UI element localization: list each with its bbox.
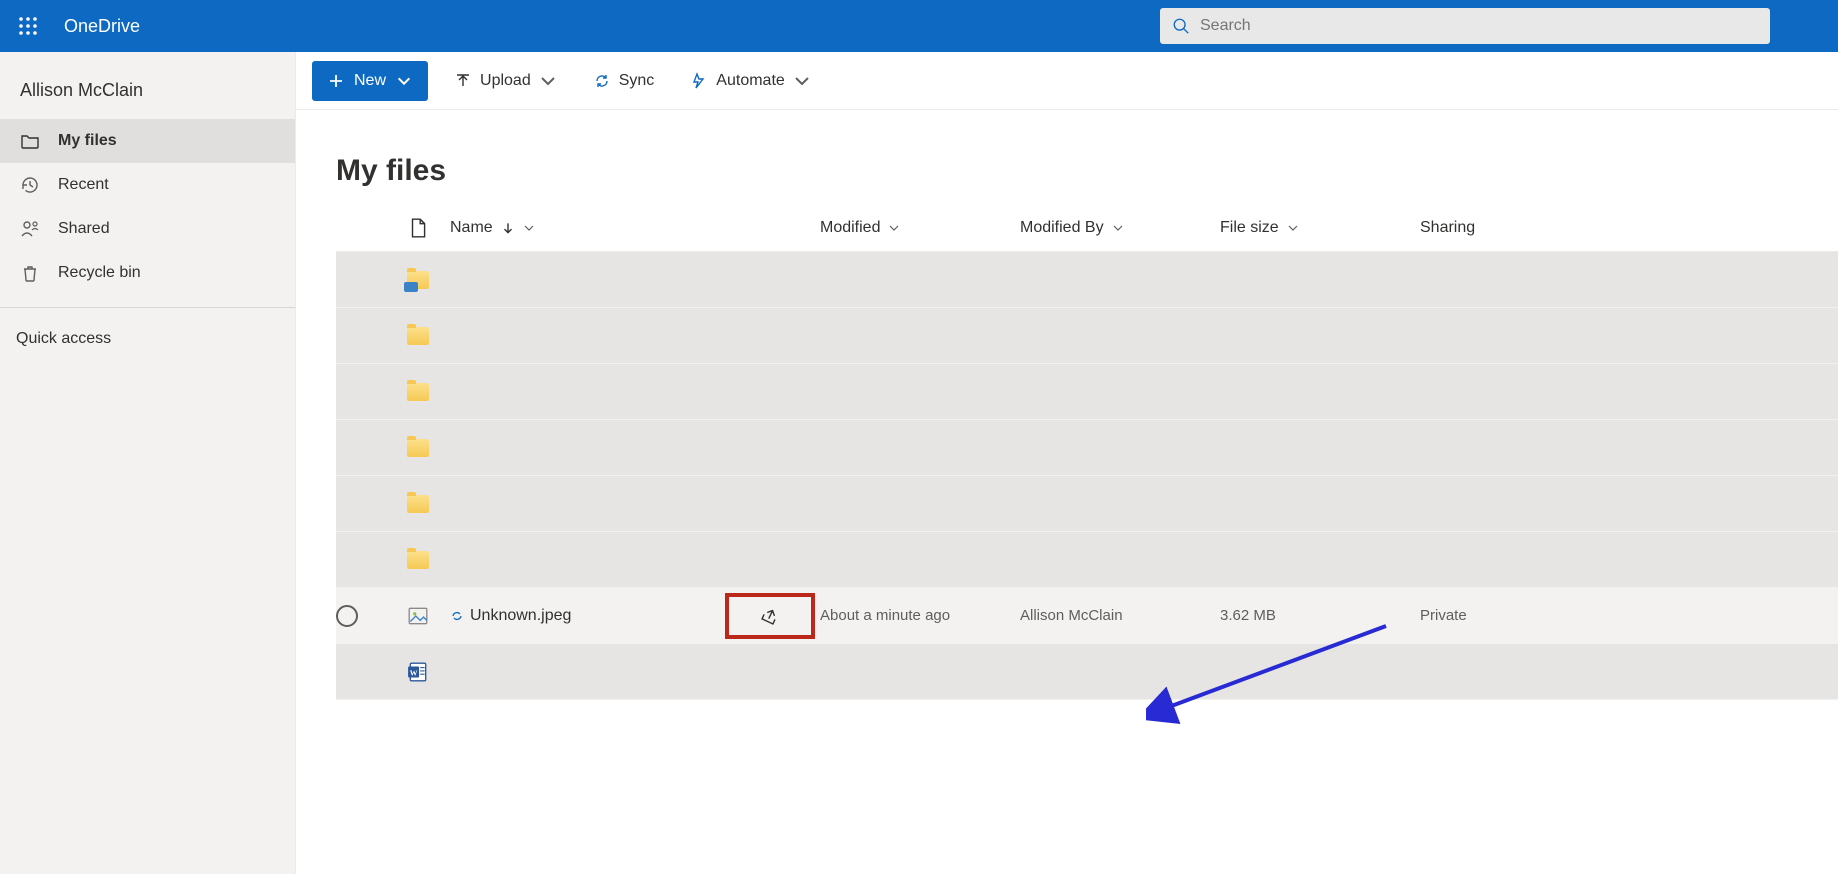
table-header: Name Modified Modified By File size bbox=[336, 204, 1838, 252]
nav-label: Shared bbox=[58, 220, 110, 238]
nav-item-my-files[interactable]: My files bbox=[0, 119, 295, 163]
nav-label: My files bbox=[58, 132, 117, 150]
sync-label: Sync bbox=[619, 72, 655, 90]
sync-icon bbox=[593, 72, 611, 90]
automate-icon bbox=[690, 72, 708, 90]
table-row[interactable]: Unknown.jpeg About a minute ago Allison Mc… bbox=[336, 588, 1838, 644]
column-file-size[interactable]: File size bbox=[1220, 219, 1420, 237]
table-row[interactable] bbox=[336, 252, 1838, 308]
nav-item-recycle[interactable]: Recycle bin bbox=[0, 251, 295, 295]
chevron-down-icon bbox=[396, 73, 412, 89]
svg-text:W: W bbox=[410, 668, 418, 677]
table-row[interactable]: W bbox=[336, 644, 1838, 700]
upload-icon bbox=[454, 72, 472, 90]
chevron-down-icon bbox=[523, 222, 535, 234]
column-sharing-label: Sharing bbox=[1420, 219, 1475, 236]
nav-item-recent[interactable]: Recent bbox=[0, 163, 295, 207]
sync-button[interactable]: Sync bbox=[583, 64, 665, 98]
column-name-label: Name bbox=[450, 219, 493, 237]
app-launcher[interactable] bbox=[8, 6, 48, 46]
table-row[interactable] bbox=[336, 364, 1838, 420]
image-icon bbox=[407, 605, 429, 627]
chevron-down-icon bbox=[888, 222, 900, 234]
waffle-icon bbox=[19, 17, 37, 35]
cell-sharing: Private bbox=[1420, 607, 1467, 624]
new-button-label: New bbox=[354, 72, 386, 90]
row-select-radio[interactable] bbox=[336, 605, 358, 627]
word-doc-icon: W bbox=[407, 661, 429, 683]
quick-access-heading: Quick access bbox=[0, 320, 295, 358]
search-icon bbox=[1172, 17, 1190, 35]
recycle-bin-icon bbox=[20, 263, 40, 283]
chevron-down-icon bbox=[539, 72, 557, 90]
folder-icon bbox=[407, 327, 429, 345]
search-input[interactable] bbox=[1200, 17, 1758, 35]
column-modified-by-label: Modified By bbox=[1020, 219, 1104, 237]
sort-down-icon bbox=[501, 221, 515, 235]
user-display-name: Allison McClain bbox=[0, 52, 295, 119]
new-button[interactable]: New bbox=[312, 61, 428, 101]
share-icon bbox=[759, 605, 781, 627]
table-row[interactable] bbox=[336, 420, 1838, 476]
folder-icon bbox=[407, 439, 429, 457]
shared-folder-icon bbox=[407, 271, 429, 289]
file-table: Name Modified Modified By File size bbox=[296, 204, 1838, 700]
column-modified-label: Modified bbox=[820, 219, 880, 237]
chevron-down-icon bbox=[1287, 222, 1299, 234]
automate-label: Automate bbox=[716, 72, 784, 90]
table-row[interactable] bbox=[336, 532, 1838, 588]
column-file-size-label: File size bbox=[1220, 219, 1279, 237]
automate-button[interactable]: Automate bbox=[680, 64, 820, 98]
toolbar: New Upload Sync Automate bbox=[296, 52, 1838, 110]
page-title: My files bbox=[296, 110, 1838, 204]
history-icon bbox=[20, 175, 40, 195]
cell-size: 3.62 MB bbox=[1220, 607, 1276, 624]
cell-modified: About a minute ago bbox=[820, 607, 950, 624]
column-name[interactable]: Name bbox=[450, 219, 820, 237]
upload-label: Upload bbox=[480, 72, 531, 90]
chevron-down-icon bbox=[1112, 222, 1124, 234]
column-sharing[interactable]: Sharing bbox=[1420, 219, 1540, 237]
sidebar: Allison McClain My files Recent Shared R… bbox=[0, 52, 296, 874]
table-row[interactable] bbox=[336, 308, 1838, 364]
upload-button[interactable]: Upload bbox=[444, 64, 567, 98]
app-title[interactable]: OneDrive bbox=[64, 16, 140, 37]
folder-icon bbox=[407, 495, 429, 513]
table-row[interactable] bbox=[336, 476, 1838, 532]
chevron-down-icon bbox=[793, 72, 811, 90]
column-type-icon[interactable] bbox=[386, 217, 450, 239]
plus-icon bbox=[328, 73, 344, 89]
cell-modified-by: Allison McClain bbox=[1020, 607, 1123, 624]
column-modified-by[interactable]: Modified By bbox=[1020, 219, 1220, 237]
share-button[interactable] bbox=[725, 593, 815, 639]
person-share-icon bbox=[20, 219, 40, 239]
file-name: Unknown.jpeg bbox=[470, 607, 571, 625]
main-content: New Upload Sync Automate My files bbox=[296, 52, 1838, 874]
file-icon bbox=[407, 217, 429, 239]
nav-label: Recycle bin bbox=[58, 264, 141, 282]
folder-icon bbox=[407, 383, 429, 401]
syncing-icon bbox=[450, 609, 464, 623]
nav-item-shared[interactable]: Shared bbox=[0, 207, 295, 251]
search-box[interactable] bbox=[1160, 8, 1770, 44]
nav-label: Recent bbox=[58, 176, 109, 194]
folder-icon bbox=[407, 551, 429, 569]
sidebar-separator bbox=[0, 307, 295, 308]
folder-outline-icon bbox=[20, 131, 40, 151]
column-modified[interactable]: Modified bbox=[820, 219, 1020, 237]
